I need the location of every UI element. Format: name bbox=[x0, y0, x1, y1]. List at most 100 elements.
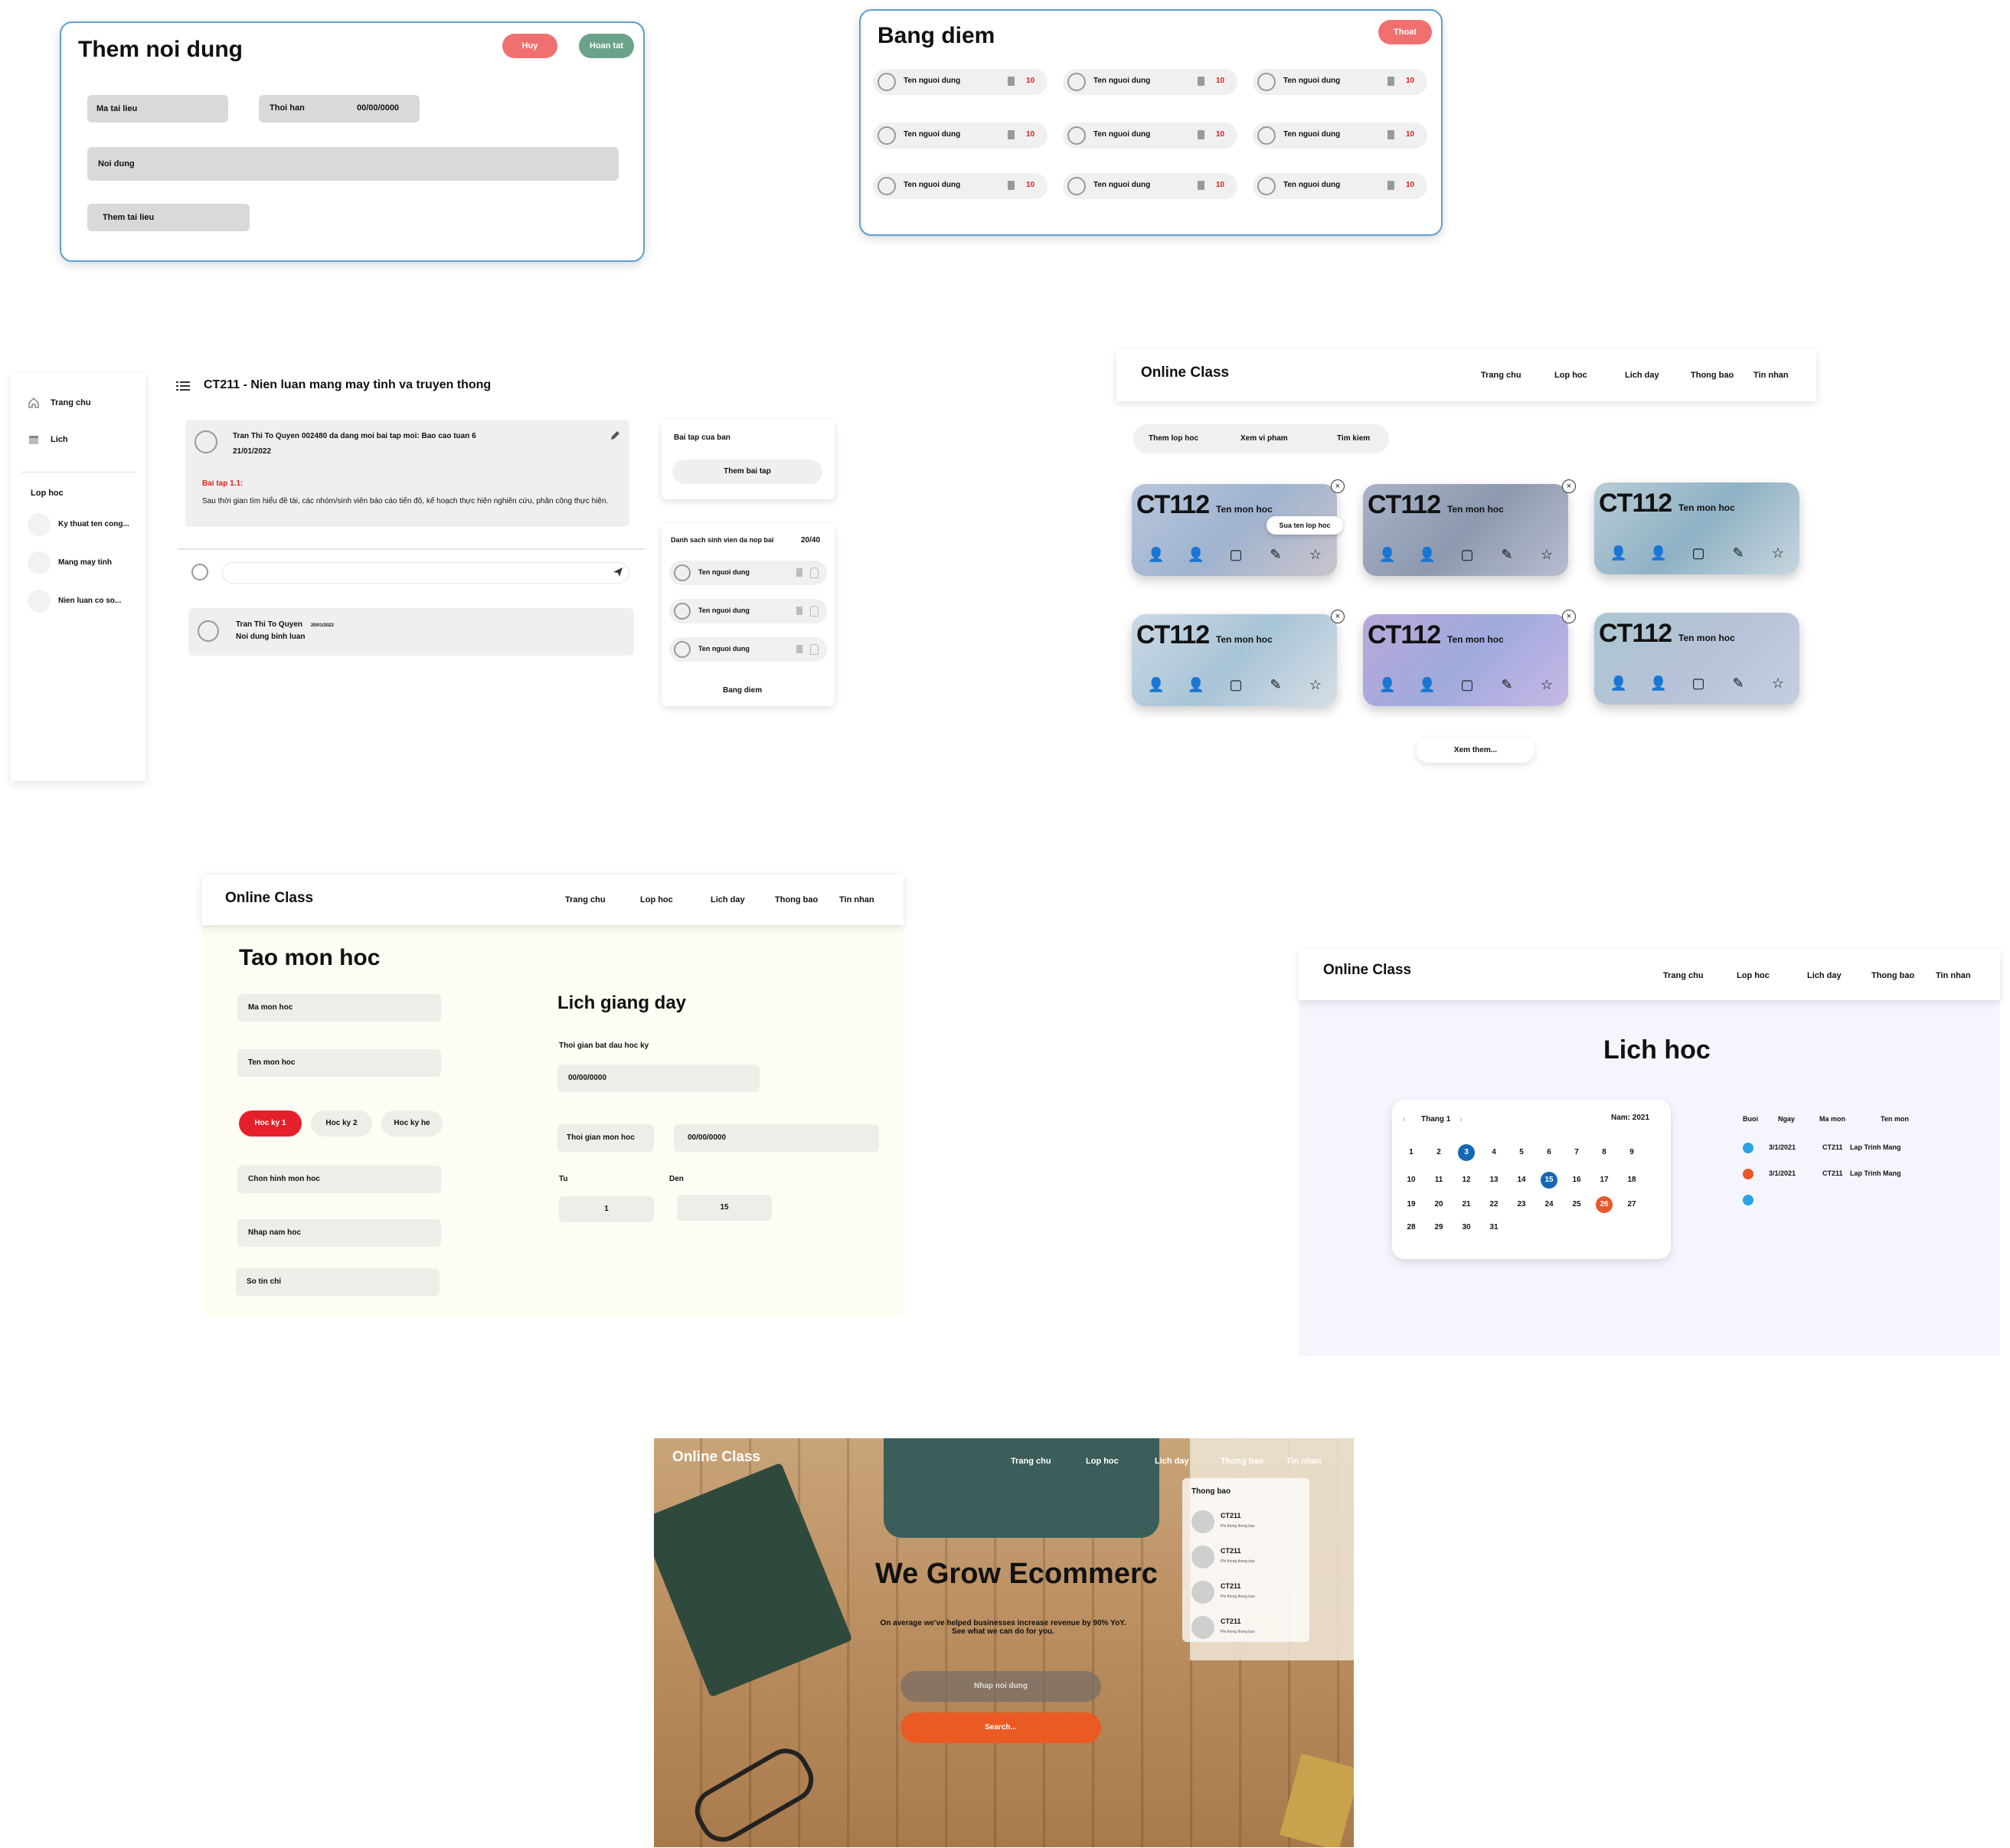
calendar-day[interactable]: 12 bbox=[1458, 1172, 1475, 1189]
edit-icon[interactable]: ✎ bbox=[1498, 675, 1516, 694]
document-icon[interactable]: ▢ bbox=[1458, 675, 1476, 694]
edit-icon[interactable]: ✎ bbox=[1266, 675, 1285, 694]
star-icon[interactable]: ☆ bbox=[1769, 674, 1787, 692]
calendar-day[interactable]: 4 bbox=[1485, 1144, 1502, 1161]
course-time-input[interactable]: 00/00/0000 bbox=[674, 1124, 879, 1152]
calendar-day[interactable]: 13 bbox=[1485, 1172, 1502, 1189]
student-icon[interactable]: 👤 bbox=[1610, 674, 1628, 692]
notification-item[interactable]: CT211 Phi thong thong bao bbox=[1188, 1578, 1303, 1608]
sidebar-class-item[interactable]: Nien luan co so... bbox=[28, 590, 142, 613]
class-card[interactable]: CT112 Ten mon hoc 👤 👤 ▢ ✎ ☆ bbox=[1132, 614, 1337, 706]
score-row[interactable]: Ten nguoi dung 10 bbox=[1063, 173, 1237, 199]
from-week-input[interactable]: 1 bbox=[559, 1196, 654, 1222]
edit-icon[interactable]: ✎ bbox=[1729, 674, 1747, 692]
brand-logo[interactable]: Online Class bbox=[1141, 365, 1229, 381]
class-card[interactable]: CT112 Ten mon hoc 👤 👤 ▢ ✎ ☆ bbox=[1363, 614, 1568, 706]
teacher-icon[interactable]: 👤 bbox=[1187, 545, 1205, 564]
calendar-day[interactable]: 1 bbox=[1403, 1144, 1420, 1161]
calendar-day[interactable]: 16 bbox=[1568, 1172, 1585, 1189]
semester-1-button[interactable]: Hoc ky 1 bbox=[239, 1110, 302, 1137]
nav-notifications[interactable]: Thong bao bbox=[1221, 1457, 1263, 1466]
nav-home[interactable]: Trang chu bbox=[565, 895, 606, 904]
star-icon[interactable]: ☆ bbox=[1306, 545, 1325, 564]
student-icon[interactable]: 👤 bbox=[1610, 544, 1628, 562]
tab-violations[interactable]: Xem vi pham bbox=[1240, 434, 1288, 443]
close-icon[interactable]: × bbox=[1331, 610, 1345, 623]
score-row[interactable]: Ten nguoi dung 10 bbox=[1253, 123, 1427, 149]
calendar-day[interactable]: 5 bbox=[1513, 1144, 1530, 1161]
nav-messages[interactable]: Tin nhan bbox=[1753, 371, 1789, 380]
course-name-input[interactable]: Ten mon hoc bbox=[237, 1049, 441, 1077]
nav-notifications[interactable]: Thong bao bbox=[775, 895, 818, 904]
submitted-row[interactable]: Ten nguoi dung bbox=[669, 599, 827, 623]
close-icon[interactable]: × bbox=[1562, 479, 1576, 493]
nav-messages[interactable]: Tin nhan bbox=[1936, 971, 1971, 980]
calendar-day[interactable]: 15 bbox=[1541, 1172, 1557, 1189]
nav-classes[interactable]: Lop hoc bbox=[1737, 971, 1770, 980]
exit-button[interactable]: Thoat bbox=[1378, 20, 1432, 44]
to-week-input[interactable]: 15 bbox=[677, 1195, 772, 1221]
calendar-day[interactable]: 20 bbox=[1430, 1196, 1447, 1213]
teacher-icon[interactable]: 👤 bbox=[1187, 675, 1205, 694]
calendar-day[interactable]: 26 bbox=[1596, 1196, 1613, 1213]
add-doc-button[interactable]: Them tai lieu bbox=[87, 204, 250, 231]
nav-schedule[interactable]: Lich day bbox=[1807, 971, 1842, 980]
calendar-day[interactable]: 19 bbox=[1403, 1196, 1420, 1213]
score-row[interactable]: Ten nguoi dung 10 bbox=[1063, 69, 1237, 95]
score-row[interactable]: Ten nguoi dung 10 bbox=[873, 69, 1047, 95]
calendar-day[interactable]: 8 bbox=[1596, 1144, 1613, 1161]
teacher-icon[interactable]: 👤 bbox=[1418, 675, 1436, 694]
student-icon[interactable]: 👤 bbox=[1378, 545, 1397, 564]
student-icon[interactable]: 👤 bbox=[1147, 675, 1165, 694]
nav-schedule[interactable]: Lich day bbox=[711, 895, 745, 904]
chevron-right-icon[interactable]: › bbox=[1459, 1114, 1463, 1124]
star-icon[interactable]: ☆ bbox=[1538, 545, 1556, 564]
nav-notifications[interactable]: Thong bao bbox=[1691, 371, 1734, 380]
comment-input[interactable] bbox=[222, 562, 629, 584]
teacher-icon[interactable]: 👤 bbox=[1649, 544, 1668, 562]
notification-item[interactable]: CT211 Phi thong thong bao bbox=[1188, 1542, 1303, 1573]
nav-messages[interactable]: Tin nhan bbox=[1286, 1457, 1322, 1466]
calendar-day[interactable]: 17 bbox=[1596, 1172, 1613, 1189]
edit-icon[interactable]: ✎ bbox=[1729, 544, 1747, 562]
calendar-day[interactable]: 7 bbox=[1568, 1144, 1585, 1161]
doc-code-input[interactable]: Ma tai lieu bbox=[87, 95, 228, 123]
send-icon[interactable] bbox=[613, 567, 623, 577]
summer-semester-button[interactable]: Hoc ky he bbox=[381, 1110, 443, 1137]
nav-classes[interactable]: Lop hoc bbox=[1086, 1457, 1119, 1466]
semester-2-button[interactable]: Hoc ky 2 bbox=[311, 1110, 372, 1137]
score-row[interactable]: Ten nguoi dung 10 bbox=[873, 173, 1047, 199]
sidebar-class-item[interactable]: Mang may tinh bbox=[28, 551, 142, 574]
document-icon[interactable]: ▢ bbox=[1227, 675, 1245, 694]
calendar-day[interactable]: 25 bbox=[1568, 1196, 1585, 1213]
calendar-day[interactable]: 9 bbox=[1623, 1144, 1640, 1161]
edit-icon[interactable]: ✎ bbox=[1498, 545, 1516, 564]
nav-notifications[interactable]: Thong bao bbox=[1871, 971, 1914, 980]
star-icon[interactable]: ☆ bbox=[1306, 675, 1325, 694]
calendar-day[interactable]: 3 bbox=[1458, 1144, 1475, 1161]
score-link[interactable]: Bang diem bbox=[723, 686, 762, 695]
tab-search[interactable]: Tim kiem bbox=[1337, 434, 1370, 443]
score-row[interactable]: Ten nguoi dung 10 bbox=[1063, 123, 1237, 149]
nav-schedule[interactable]: Lich day bbox=[1625, 371, 1659, 380]
year-input[interactable]: Nhap nam hoc bbox=[237, 1219, 441, 1247]
calendar-day[interactable]: 2 bbox=[1430, 1144, 1447, 1161]
nav-classes[interactable]: Lop hoc bbox=[640, 895, 673, 904]
teacher-icon[interactable]: 👤 bbox=[1418, 545, 1436, 564]
edit-icon[interactable]: ✎ bbox=[1266, 545, 1285, 564]
calendar-day[interactable]: 14 bbox=[1513, 1172, 1530, 1189]
brand-logo[interactable]: Online Class bbox=[1323, 962, 1411, 979]
edit-icon[interactable] bbox=[610, 430, 620, 441]
submitted-row[interactable]: Ten nguoi dung bbox=[669, 637, 827, 662]
calendar-day[interactable]: 18 bbox=[1623, 1172, 1640, 1189]
close-icon[interactable]: × bbox=[1562, 610, 1576, 623]
student-icon[interactable]: 👤 bbox=[1147, 545, 1165, 564]
calendar-day[interactable]: 10 bbox=[1403, 1172, 1420, 1189]
class-card[interactable]: CT112 Ten mon hoc 👤 👤 ▢ ✎ ☆ bbox=[1594, 613, 1799, 705]
calendar-day[interactable]: 22 bbox=[1485, 1196, 1502, 1213]
document-icon[interactable]: ▢ bbox=[1458, 545, 1476, 564]
calendar-day[interactable]: 28 bbox=[1403, 1219, 1420, 1236]
cancel-button[interactable]: Huy bbox=[502, 34, 557, 58]
calendar-day[interactable]: 29 bbox=[1430, 1219, 1447, 1236]
content-input[interactable]: Noi dung bbox=[87, 147, 619, 181]
